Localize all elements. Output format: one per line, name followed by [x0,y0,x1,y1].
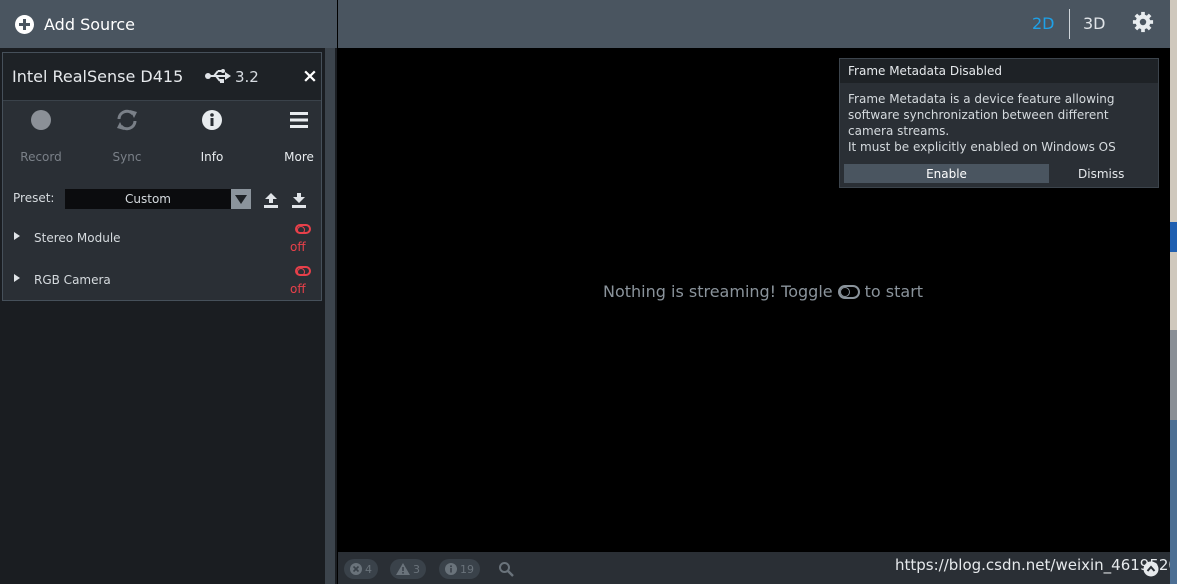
chevron-up-icon[interactable] [1143,561,1159,577]
gear-icon[interactable] [1132,11,1154,33]
preset-label: Preset: [13,191,55,205]
record-button[interactable]: Record [11,107,71,164]
plus-circle-icon [15,14,34,34]
module-name: RGB Camera [34,273,111,287]
usb-icon [205,69,231,83]
warning-icon [396,563,410,575]
dismiss-button[interactable]: Dismiss [1078,167,1124,181]
info-filter[interactable]: 19 [439,559,480,579]
add-source-label: Add Source [44,14,136,34]
device-header: Intel RealSense D415 3.2 × [3,53,321,101]
preset-dropdown[interactable]: Custom [65,189,251,209]
info-small-icon [445,563,457,575]
notification-line: camera streams. [848,124,950,138]
enable-button[interactable]: Enable [844,164,1049,183]
watermark-text: https://blog.csdn.net/weixin_46195203 [895,556,1177,574]
info-label: Info [200,150,224,164]
module-state: off [290,282,306,296]
notification-body: Frame Metadata is a device feature allow… [848,91,1148,155]
more-label: More [284,150,314,164]
menu-icon [290,112,308,128]
info-icon [202,110,222,130]
view-2d-button[interactable]: 2D [1032,14,1055,33]
toggle-icon [837,284,860,299]
top-bar: 2D 3D [338,0,1170,48]
sidebar-scrollbar[interactable] [325,48,335,584]
notification-title: Frame Metadata Disabled [840,59,1158,83]
empty-message-text: Nothing is streaming! Toggle [603,282,833,301]
preset-value: Custom [125,192,171,206]
module-name: Stereo Module [34,231,121,245]
record-icon [31,110,51,130]
stream-toggle-icon[interactable] [295,266,311,276]
device-name: Intel RealSense D415 [12,67,184,86]
sync-button[interactable]: Sync [97,107,157,164]
record-label: Record [20,150,62,164]
metadata-notification: Frame Metadata Disabled Frame Metadata i… [839,58,1159,188]
warnings-count: 3 [413,562,420,576]
dropdown-arrow-icon [231,189,251,209]
more-button[interactable]: More [269,107,329,164]
expand-arrow-icon[interactable] [14,274,20,282]
info-button[interactable]: Info [182,107,242,164]
usb-version: 3.2 [235,68,259,86]
notification-line: It must be explicitly enabled on Windows… [848,140,1116,154]
notification-line: software synchronization between differe… [848,108,1109,122]
warnings-filter[interactable]: 3 [390,559,426,579]
expand-arrow-icon[interactable] [14,232,20,240]
upload-icon[interactable] [263,192,279,208]
search-icon[interactable] [498,561,514,577]
add-source-button[interactable]: Add Source [0,0,337,48]
empty-stream-message: Nothing is streaming! Toggle to start [603,282,923,301]
module-rgb: RGB Camera off [3,263,321,303]
device-panel: Intel RealSense D415 3.2 × Record Sync I… [2,52,322,301]
info-count: 19 [460,562,474,576]
sync-icon [117,109,137,131]
module-stereo: Stereo Module off [3,221,321,261]
close-device-button[interactable]: × [302,65,318,87]
empty-message-text-end: to start [864,282,924,301]
stream-viewport: Nothing is streaming! Toggle to start Fr… [338,48,1170,552]
errors-count: 4 [365,562,372,576]
sync-label: Sync [112,150,142,164]
notification-line: Frame Metadata is a device feature allow… [848,92,1115,106]
view-3d-button[interactable]: 3D [1083,14,1106,33]
error-icon [350,563,362,575]
status-bar: 4 3 19 https://blog.csdn.net/weixin_4619… [338,552,1177,584]
device-sidebar: Add Source Intel RealSense D415 3.2 × Re… [0,0,337,584]
view-divider [1069,9,1070,39]
stream-toggle-icon[interactable] [295,224,311,234]
module-state: off [290,240,306,254]
background-window-edge [1170,0,1177,584]
errors-filter[interactable]: 4 [344,559,378,579]
download-icon[interactable] [291,192,307,208]
